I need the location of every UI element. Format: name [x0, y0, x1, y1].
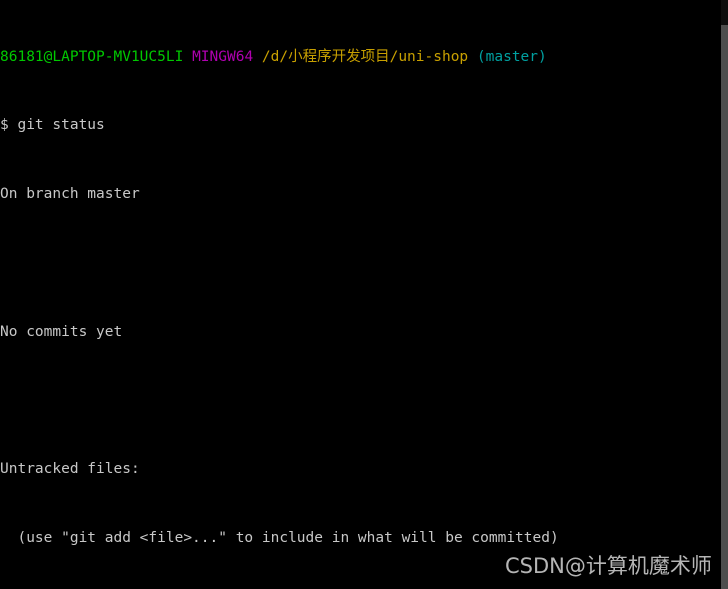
prompt-path: /d/小程序开发项目/uni-shop: [261, 48, 469, 65]
scrollbar-track[interactable]: [721, 0, 728, 589]
prompt-shell: MINGW64: [192, 48, 254, 65]
prompt-branch: (master): [476, 48, 547, 65]
terminal-screen: 86181@LAPTOP-MV1UC5LI MINGW64 /d/小程序开发项目…: [0, 0, 722, 589]
command-line: $ git status: [0, 117, 722, 134]
prompt-space-3: [468, 49, 477, 65]
untracked-header-line: Untracked files:: [0, 461, 140, 478]
prompt-user-host: 86181@LAPTOP-MV1UC5LI: [0, 48, 184, 65]
untracked-hint-line: (use "git add <file>..." to include in w…: [0, 530, 559, 547]
scrollbar-thumb[interactable]: [721, 25, 728, 589]
prompt-space-2: [253, 49, 262, 65]
prompt-space-1: [183, 49, 192, 65]
command-text: git status: [17, 117, 105, 134]
no-commits-line: No commits yet: [0, 323, 123, 340]
terminal-window[interactable]: 86181@LAPTOP-MV1UC5LI MINGW64 /d/小程序开发项目…: [0, 0, 728, 589]
branch-status-line: On branch master: [0, 186, 140, 203]
prompt-line: 86181@LAPTOP-MV1UC5LI MINGW64 /d/小程序开发项目…: [0, 49, 722, 66]
prompt-sigil: $: [0, 117, 18, 134]
